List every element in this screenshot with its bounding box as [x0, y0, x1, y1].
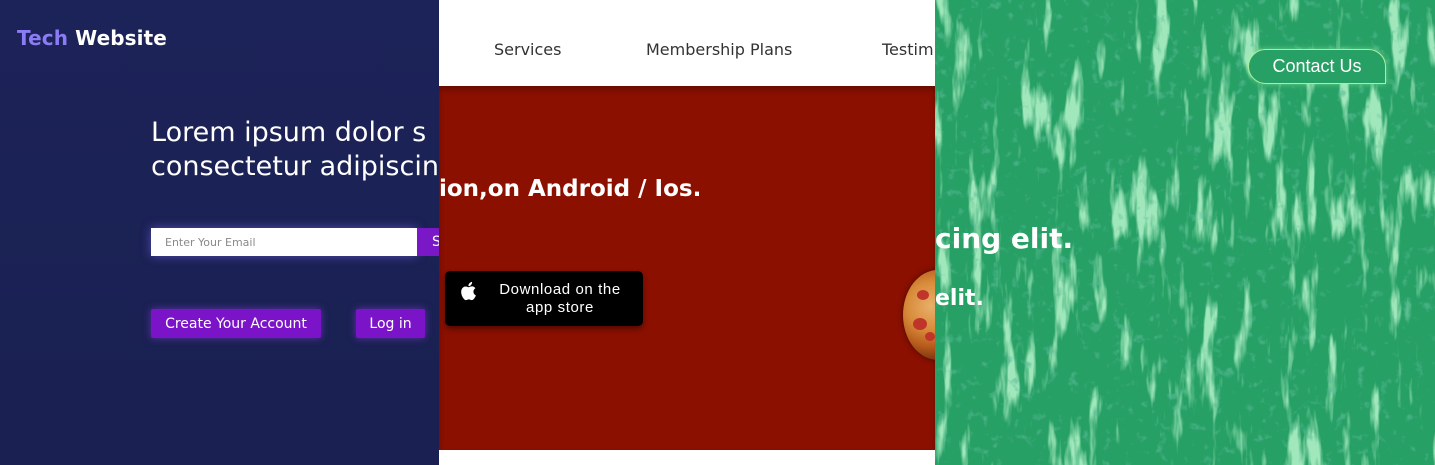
green-subheading: elit.	[935, 286, 984, 311]
hero-heading-line1: Lorem ipsum dolor s	[151, 117, 427, 148]
brand-logo[interactable]: Tech Website	[17, 26, 167, 50]
brand-logo-part2: Website	[75, 26, 167, 50]
email-input[interactable]	[151, 228, 417, 256]
nav-link-membership-plans[interactable]: Membership Plans	[646, 40, 792, 59]
login-button[interactable]: Log in	[356, 309, 425, 338]
red-hero-section: ion,on Android / Ios. Download on the ap…	[439, 86, 935, 450]
tech-website-panel: Tech Website Lorem ipsum dolor s consect…	[0, 0, 439, 465]
apple-icon	[461, 281, 476, 301]
green-landing-panel: cing elit. elit. Contact Us	[935, 0, 1435, 465]
hero-heading: Lorem ipsum dolor s consectetur adipisci…	[151, 116, 439, 184]
app-store-button[interactable]: Download on the app store	[445, 271, 643, 326]
pizza-topping	[925, 332, 935, 341]
nav-link-services[interactable]: Services	[494, 40, 561, 59]
app-heading: ion,on Android / Ios.	[439, 176, 702, 202]
hero-heading-line2: consectetur adipiscin	[151, 151, 439, 182]
create-account-button[interactable]: Create Your Account	[151, 309, 321, 338]
app-store-label-line2: app store	[526, 299, 594, 316]
pizza-topping	[913, 318, 927, 330]
app-store-label: Download on the app store	[485, 281, 635, 317]
nav-link-testimonials[interactable]: Testim	[882, 40, 934, 59]
subscribe-button[interactable]: S	[417, 228, 439, 256]
green-heading: cing elit.	[935, 222, 1074, 255]
pizza-app-panel: Services Membership Plans Testim ion,on …	[439, 0, 935, 465]
brand-logo-part1: Tech	[17, 26, 69, 50]
pizza-topping	[917, 290, 929, 300]
top-nav: Services Membership Plans Testim	[439, 0, 935, 86]
contact-us-button[interactable]: Contact Us	[1248, 49, 1386, 84]
app-store-label-line1: Download on the	[499, 281, 621, 298]
